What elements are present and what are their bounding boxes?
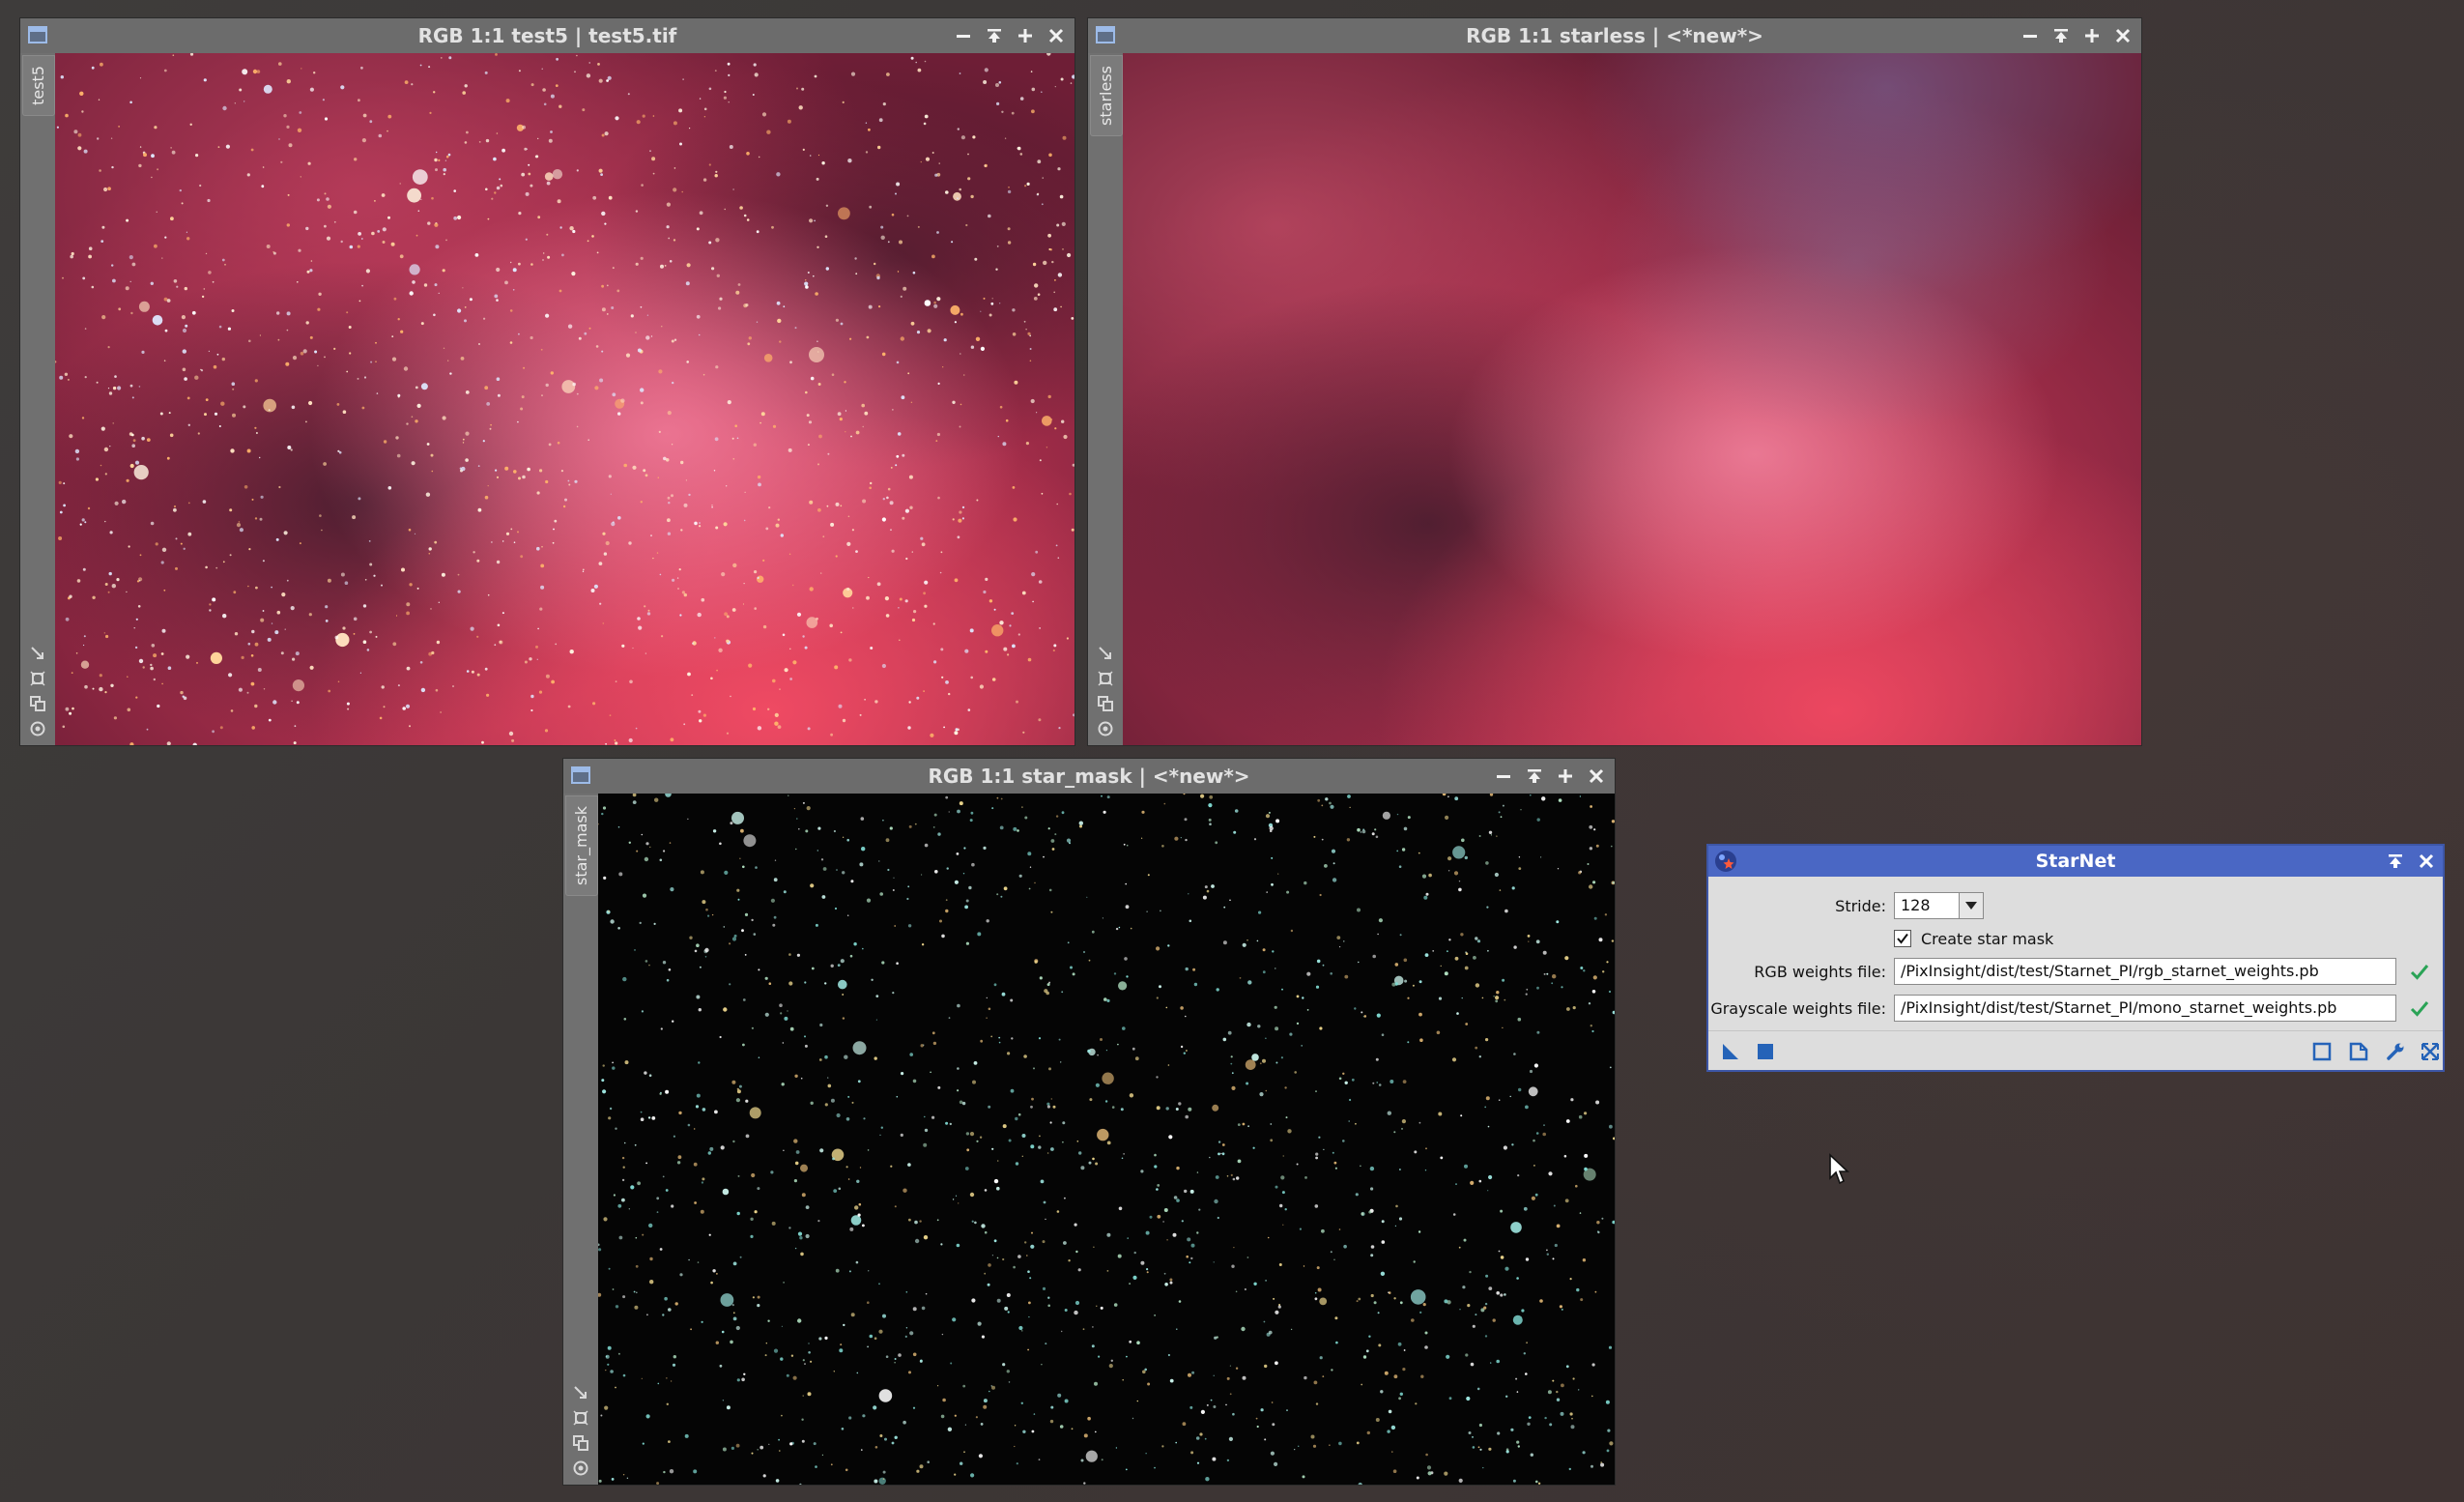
- mouse-cursor-icon: [1828, 1153, 1851, 1186]
- grayscale-weights-label: Grayscale weights file:: [1710, 998, 1886, 1018]
- close-icon[interactable]: [1046, 24, 1067, 47]
- window-titlebar[interactable]: RGB 1:1 starless | <*new*>: [1088, 18, 2141, 53]
- clone-view-icon[interactable]: [29, 695, 46, 712]
- image-canvas[interactable]: [55, 53, 1074, 745]
- image-canvas[interactable]: [1123, 53, 2141, 745]
- window-sidebar: star_mask: [563, 794, 599, 1485]
- shade-icon[interactable]: [984, 24, 1005, 47]
- create-star-mask-label[interactable]: Create star mask: [1921, 930, 2053, 948]
- window-titlebar[interactable]: RGB 1:1 star_mask | <*new*>: [563, 759, 1615, 794]
- maximize-icon[interactable]: [1015, 24, 1036, 47]
- mask-icon[interactable]: [572, 1409, 589, 1427]
- new-instance-icon[interactable]: [2348, 1041, 2369, 1062]
- grayscale-weights-field[interactable]: /PixInsight/dist/test/Starnet_PI/mono_st…: [1894, 995, 2396, 1022]
- window-sidebar: starless: [1088, 53, 1124, 745]
- stride-value: 128: [1901, 896, 1931, 914]
- maximize-icon[interactable]: [2081, 24, 2103, 47]
- target-icon[interactable]: [572, 1459, 589, 1477]
- shade-icon[interactable]: [2050, 24, 2072, 47]
- wrench-icon[interactable]: [2385, 1041, 2406, 1062]
- view-identifier-tab[interactable]: test5: [22, 55, 55, 116]
- target-icon[interactable]: [29, 720, 46, 737]
- image-window-star-mask[interactable]: RGB 1:1 star_mask | <*new*> star_mask: [562, 758, 1616, 1486]
- target-icon[interactable]: [1097, 720, 1114, 737]
- dialog-toolbar: [1708, 1030, 2443, 1070]
- image-canvas[interactable]: [598, 794, 1615, 1485]
- rgb-weights-field[interactable]: /PixInsight/dist/test/Starnet_PI/rgb_sta…: [1894, 958, 2396, 985]
- image-window-starless[interactable]: RGB 1:1 starless | <*new*> starless: [1087, 17, 2142, 746]
- apply-global-icon[interactable]: [1755, 1041, 1776, 1062]
- close-icon[interactable]: [2416, 850, 2437, 873]
- valid-check-icon: [2406, 961, 2433, 982]
- star-mask-image: [598, 794, 1615, 1485]
- view-identifier-tab[interactable]: star_mask: [565, 795, 598, 896]
- nebula-image: [55, 53, 1074, 745]
- shade-icon[interactable]: [2385, 850, 2406, 873]
- rgb-weights-label: RGB weights file:: [1754, 962, 1886, 981]
- drag-view-icon[interactable]: [572, 1384, 589, 1401]
- drag-view-icon[interactable]: [29, 645, 46, 662]
- image-window-test5[interactable]: RGB 1:1 test5 | test5.tif test5: [19, 17, 1075, 746]
- shade-icon[interactable]: [1524, 765, 1545, 788]
- create-mask-row: Create star mask: [1708, 923, 2443, 954]
- drag-view-icon[interactable]: [1097, 645, 1114, 662]
- starless-nebula-image: [1123, 53, 2141, 745]
- window-title: RGB 1:1 test5 | test5.tif: [417, 24, 677, 47]
- dialog-titlebar[interactable]: StarNet: [1708, 846, 2443, 877]
- checkmark-icon: [1897, 933, 1908, 944]
- minimize-icon[interactable]: [2020, 24, 2041, 47]
- rgb-weights-row: RGB weights file: /PixInsight/dist/test/…: [1708, 956, 2443, 987]
- apply-triangle-icon[interactable]: [1720, 1041, 1741, 1062]
- grayscale-weights-row: Grayscale weights file: /PixInsight/dist…: [1708, 993, 2443, 1024]
- clone-view-icon[interactable]: [1097, 695, 1114, 712]
- maximize-icon[interactable]: [1555, 765, 1576, 788]
- create-star-mask-checkbox[interactable]: [1894, 930, 1911, 947]
- stride-row: Stride: 128: [1708, 890, 2443, 921]
- minimize-icon[interactable]: [1493, 765, 1514, 788]
- window-titlebar[interactable]: RGB 1:1 test5 | test5.tif: [20, 18, 1074, 53]
- valid-check-icon: [2406, 997, 2433, 1019]
- mask-icon[interactable]: [1097, 670, 1114, 687]
- view-identifier-tab[interactable]: starless: [1090, 55, 1123, 136]
- window-title: RGB 1:1 star_mask | <*new*>: [928, 765, 1250, 788]
- window-sidebar: test5: [20, 53, 56, 745]
- minimize-icon[interactable]: [953, 24, 974, 47]
- close-icon[interactable]: [2112, 24, 2134, 47]
- chevron-down-icon[interactable]: [1959, 893, 1983, 918]
- stride-label: Stride:: [1835, 896, 1886, 915]
- preview-icon[interactable]: [2311, 1041, 2333, 1062]
- dialog-title: StarNet: [2035, 851, 2116, 872]
- clone-view-icon[interactable]: [572, 1434, 589, 1452]
- window-title: RGB 1:1 starless | <*new*>: [1466, 24, 1763, 47]
- starnet-dialog[interactable]: StarNet Stride: 128 Create star mask RGB…: [1706, 844, 2445, 1072]
- mask-icon[interactable]: [29, 670, 46, 687]
- close-icon[interactable]: [1586, 765, 1607, 788]
- reset-icon[interactable]: [2420, 1041, 2441, 1062]
- stride-select[interactable]: 128: [1894, 892, 1984, 919]
